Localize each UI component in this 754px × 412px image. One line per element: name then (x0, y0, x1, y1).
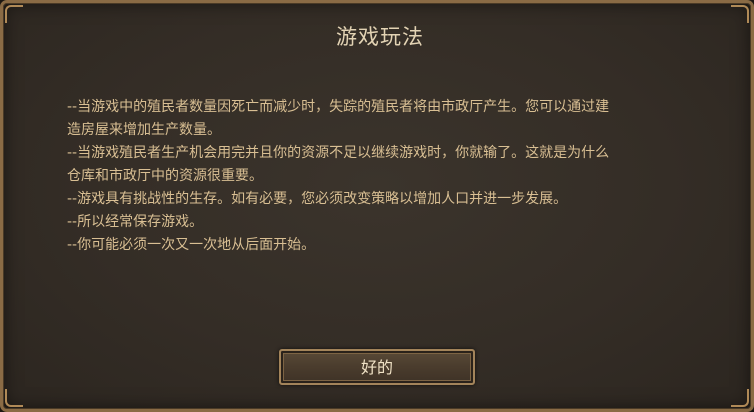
ok-button[interactable]: 好的 (279, 349, 475, 385)
dialog-title: 游戏玩法 (336, 25, 424, 49)
instruction-line: --游戏具有挑战性的生存。如有必要，您必须改变策略以增加人口并进一步发展。 (67, 191, 568, 207)
corner-ornament-bottom-left (5, 389, 23, 407)
instruction-line: --你可能必须一次又一次地从后面开始。 (67, 237, 316, 253)
corner-ornament-bottom-right (731, 389, 749, 407)
instruction-line: --当游戏殖民者生产机会用完并且你的资源不足以继续游戏时，你就输了。这就是为什么 (67, 145, 610, 161)
instruction-line: 仓库和市政厅中的资源很重要。 (67, 168, 263, 184)
how-to-play-dialog: 游戏玩法 --当游戏中的殖民者数量因死亡而减少时，失踪的殖民者将由市政厅产生。您… (0, 0, 754, 412)
instruction-line: --当游戏中的殖民者数量因死亡而减少时，失踪的殖民者将由市政厅产生。您可以通过建 (67, 99, 610, 115)
instruction-line: 造房屋来增加生产数量。 (67, 122, 221, 138)
instruction-line: --所以经常保存游戏。 (67, 214, 204, 230)
instructions-text: --当游戏中的殖民者数量因死亡而减少时，失踪的殖民者将由市政厅产生。您可以通过建… (67, 96, 707, 257)
